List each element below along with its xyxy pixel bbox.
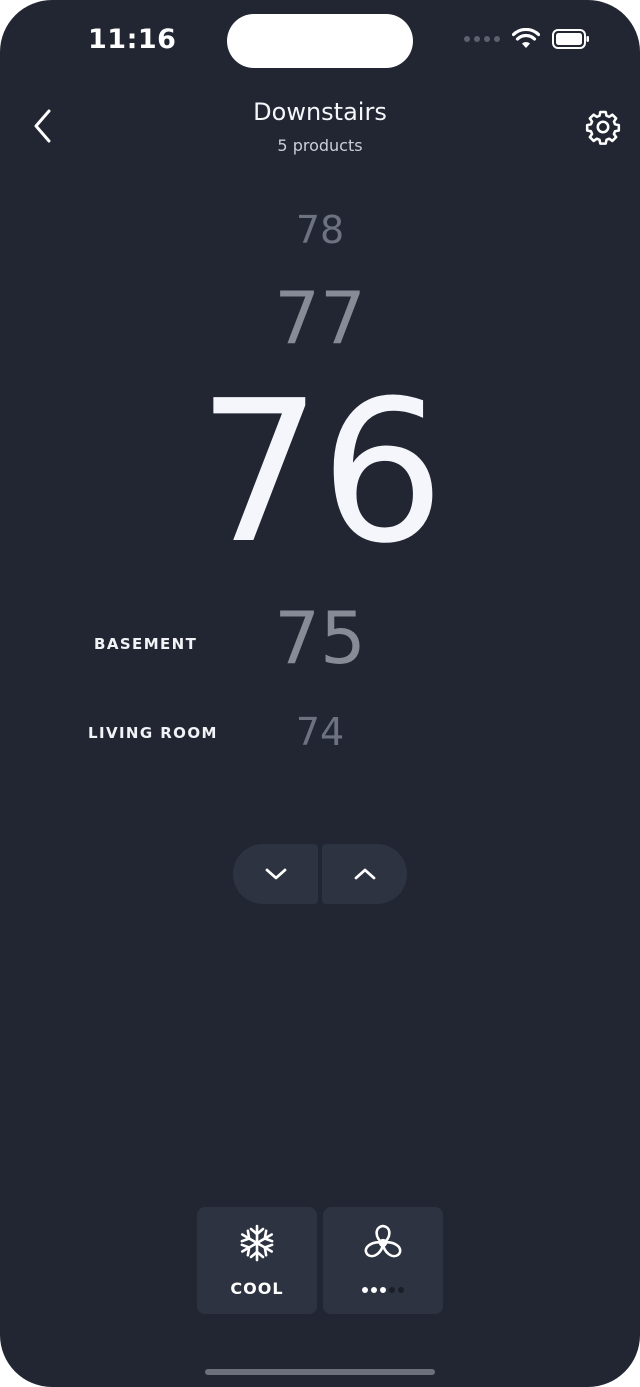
battery-icon	[552, 29, 589, 49]
fan-icon	[364, 1224, 402, 1258]
fan-mode-button[interactable]	[323, 1207, 443, 1314]
fan-speed-dot	[380, 1287, 386, 1293]
temperature-stepper	[233, 844, 407, 904]
home-indicator	[205, 1369, 435, 1375]
selected-temperature[interactable]: 76	[0, 375, 640, 571]
chevron-up-icon	[354, 868, 375, 880]
mode-controls: COOL	[197, 1207, 443, 1314]
status-time: 11:16	[88, 24, 177, 55]
fan-speed-dot	[371, 1287, 377, 1293]
fan-speed-dot	[362, 1287, 368, 1293]
decrease-temperature-button[interactable]	[233, 844, 318, 904]
fan-speed-indicator	[323, 1287, 443, 1293]
snowflake-icon	[240, 1224, 274, 1262]
gear-icon	[585, 110, 621, 145]
page-subtitle: 5 products	[277, 136, 363, 155]
cool-mode-label: COOL	[230, 1279, 284, 1298]
phone-screen: 11:16 Downstairs 5 products 78 77 76 75	[0, 0, 640, 1387]
fan-speed-dot	[389, 1287, 395, 1293]
wifi-icon	[512, 28, 540, 48]
cellular-signal-icon	[464, 36, 500, 42]
temperature-option[interactable]: 77	[0, 282, 640, 354]
settings-button[interactable]	[584, 108, 622, 146]
cool-mode-button[interactable]: COOL	[197, 1207, 317, 1314]
status-icons	[464, 28, 590, 50]
room-label-basement: BASEMENT	[94, 635, 198, 653]
room-label-living-room: LIVING ROOM	[88, 724, 218, 742]
dynamic-island	[227, 14, 413, 68]
increase-temperature-button[interactable]	[322, 844, 407, 904]
chevron-down-icon	[265, 868, 286, 880]
page-title: Downstairs	[253, 98, 387, 126]
fan-speed-dot	[398, 1287, 404, 1293]
temperature-option[interactable]: 78	[0, 211, 640, 249]
